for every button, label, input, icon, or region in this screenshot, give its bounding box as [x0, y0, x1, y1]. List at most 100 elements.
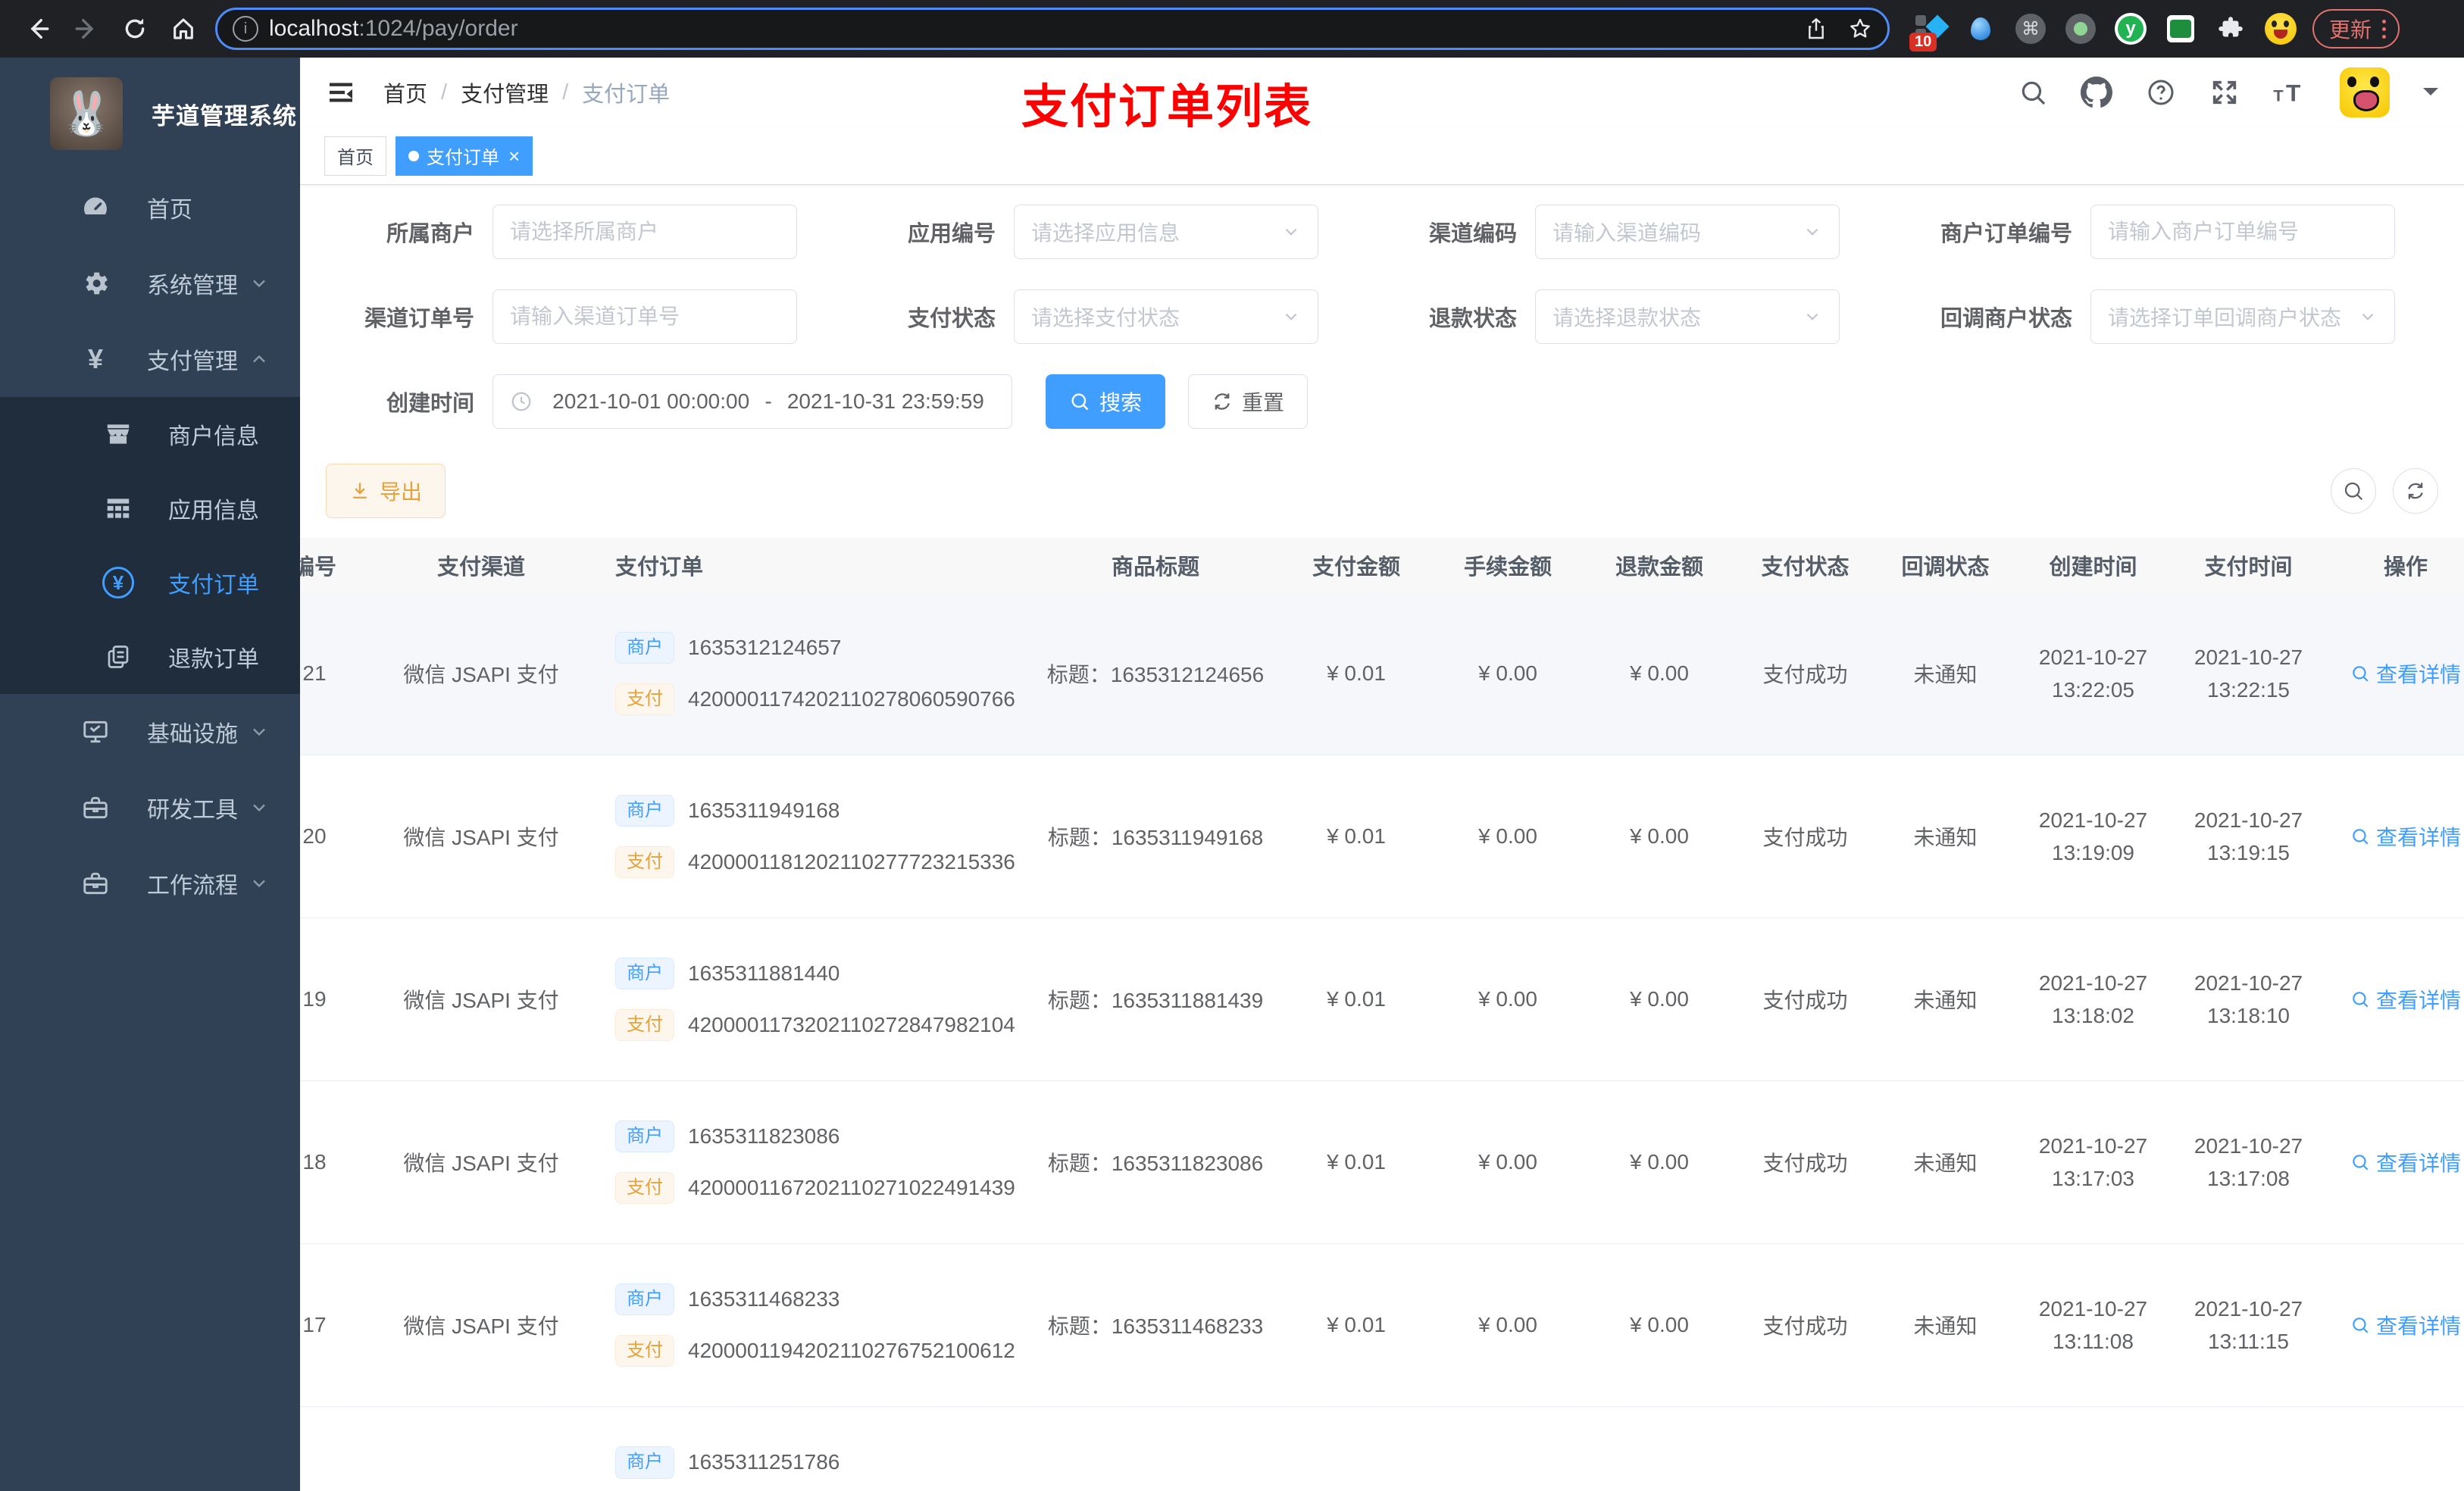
tag-close-icon[interactable]: ×: [508, 146, 520, 166]
pay-amount: ¥ 0.01: [1327, 824, 1386, 848]
export-button[interactable]: 导出: [326, 464, 446, 518]
table-row[interactable]: 19 微信 JSAPI 支付 商户 1635311881440 支付 42000…: [300, 918, 2464, 1081]
browser-forward-button[interactable]: [67, 9, 106, 48]
merchant-tag: 商户: [615, 1446, 674, 1479]
browser-toolbar: i localhost:1024/pay/order 10 ⌘ y 更新: [0, 0, 2464, 58]
help-icon[interactable]: [2146, 77, 2176, 108]
clock-icon: [510, 390, 533, 413]
browser-extensions: 10 ⌘ y: [1909, 12, 2297, 52]
sidebar-item-pay-order[interactable]: ¥ 支付订单: [0, 545, 300, 620]
view-detail-link[interactable]: 查看详情: [2350, 1147, 2461, 1177]
date-range-picker[interactable]: 2021-10-01 00:00:00 - 2021-10-31 23:59:5…: [492, 374, 1012, 429]
sidebar-item-merchant-info[interactable]: 商户信息: [0, 397, 300, 471]
avatar-caret-icon[interactable]: [2423, 88, 2438, 103]
extension-balloon-icon[interactable]: [1964, 12, 1997, 45]
breadcrumb-payment[interactable]: 支付管理: [461, 77, 549, 108]
sidebar-item-system[interactable]: 系统管理: [0, 245, 300, 321]
order-numbers: 商户 1635311823086 支付 42000011672021102710…: [606, 1081, 1030, 1243]
svg-text:T: T: [2286, 80, 2300, 107]
extension-command-icon[interactable]: ⌘: [2014, 12, 2047, 45]
tag-home[interactable]: 首页: [324, 136, 386, 176]
share-icon[interactable]: [1804, 17, 1828, 41]
sidebar-item-refund-order[interactable]: 退款订单: [0, 620, 300, 694]
reset-button[interactable]: 重置: [1188, 374, 1309, 429]
view-detail-link[interactable]: 查看详情: [2350, 821, 2461, 852]
table-row[interactable]: 17 微信 JSAPI 支付 商户 1635311468233 支付 42000…: [300, 1244, 2464, 1407]
pay-time: 2021-10-27 13:11:15: [2194, 1296, 2303, 1353]
merchant-select[interactable]: [492, 205, 797, 259]
github-icon[interactable]: [2081, 77, 2112, 108]
sidebar-item-workflow[interactable]: 工作流程: [0, 846, 300, 921]
table-row[interactable]: 商户 1635311251786 支付: [300, 1407, 2464, 1490]
site-info-icon[interactable]: i: [233, 16, 258, 42]
browser-profile-avatar[interactable]: [2264, 12, 2297, 45]
sidebar-item-devtools[interactable]: 研发工具: [0, 770, 300, 846]
table-row[interactable]: 21 微信 JSAPI 支付 商户 1635312124657 支付 42000…: [300, 592, 2464, 755]
order-numbers: 商户 1635311949168 支付 42000011812021102777…: [606, 755, 1030, 917]
channel-pay-no: 4200001173202110272847982104: [688, 1013, 1015, 1037]
pay-amount: ¥ 0.01: [1327, 987, 1386, 1011]
notify-status-select[interactable]: 请选择订单回调商户状态: [2090, 289, 2395, 344]
extension-framer-icon[interactable]: 10: [1909, 12, 1950, 52]
address-bar[interactable]: i localhost:1024/pay/order: [215, 8, 1890, 50]
active-dot: [408, 150, 419, 161]
create-time: 2021-10-27 13:11:08: [2038, 1296, 2148, 1353]
user-avatar[interactable]: [2340, 67, 2390, 117]
extension-y-icon[interactable]: y: [2114, 12, 2147, 45]
pay-amount: ¥ 0.01: [1327, 1313, 1386, 1336]
breadcrumb-home[interactable]: 首页: [383, 77, 427, 108]
bookmark-star-icon[interactable]: [1848, 17, 1872, 41]
date-end[interactable]: 2021-10-31 23:59:59: [777, 389, 995, 414]
refresh-table-button[interactable]: [2393, 468, 2438, 514]
toggle-search-button[interactable]: [2331, 468, 2376, 514]
merchant-input[interactable]: [510, 220, 780, 244]
pay-status: 支付成功: [1762, 663, 1848, 686]
refund-amount: ¥ 0.00: [1630, 987, 1689, 1011]
order-numbers: 商户 1635311251786 支付: [606, 1407, 1030, 1490]
extensions-puzzle-icon[interactable]: [2214, 12, 2247, 45]
view-detail-link[interactable]: 查看详情: [2350, 984, 2461, 1014]
sidebar-fold-icon[interactable]: [326, 77, 356, 108]
browser-home-button[interactable]: [164, 9, 203, 48]
browser-update-button[interactable]: 更新: [2312, 9, 2400, 48]
tag-pay-order[interactable]: 支付订单 ×: [396, 136, 533, 176]
pay-amount: ¥ 0.01: [1327, 1150, 1386, 1174]
table-row[interactable]: 18 微信 JSAPI 支付 商户 1635311823086 支付 42000…: [300, 1081, 2464, 1244]
orders-table: 编号 支付渠道 支付订单 商品标题 支付金额 手续金额 退款金额 支付状态 回调…: [300, 538, 2464, 1490]
fullscreen-icon[interactable]: [2209, 77, 2240, 108]
channel-code-select[interactable]: 请输入渠道编码: [1535, 205, 1840, 259]
pay-time: 2021-10-27 13:19:15: [2194, 808, 2303, 864]
app-logo: 🐰 芋道管理系统: [0, 58, 300, 170]
browser-menu-icon[interactable]: [2382, 19, 2387, 39]
sidebar-item-infrastructure[interactable]: 基础设施: [0, 694, 300, 770]
pay-amount: ¥ 0.01: [1327, 661, 1386, 685]
table-row[interactable]: 20 微信 JSAPI 支付 商户 1635311949168 支付 42000…: [300, 755, 2464, 918]
sidebar-item-home[interactable]: 首页: [0, 170, 300, 245]
channel-order-no-input[interactable]: [510, 305, 780, 329]
briefcase-icon: [79, 869, 112, 898]
refund-status-select[interactable]: 请选择退款状态: [1535, 289, 1840, 344]
channel-pay-no: 4200001174202110278060590766: [688, 687, 1015, 711]
channel-order-no-field[interactable]: [492, 289, 797, 344]
channel-pay-no: 4200001181202110277723215336: [688, 850, 1015, 874]
notify-status: [1875, 1407, 2015, 1490]
chevron-down-icon: [249, 273, 270, 294]
extension-recorder-icon[interactable]: [2064, 12, 2097, 45]
font-size-icon[interactable]: TT: [2273, 77, 2306, 108]
browser-reload-button[interactable]: [115, 9, 155, 48]
app-select[interactable]: 请选择应用信息: [1014, 205, 1318, 259]
extension-chat-icon[interactable]: [2164, 12, 2197, 45]
search-button[interactable]: 搜索: [1046, 374, 1166, 429]
merchant-order-no-input[interactable]: [2108, 220, 2378, 244]
view-detail-link[interactable]: 查看详情: [2350, 658, 2461, 689]
search-icon[interactable]: [2018, 78, 2047, 107]
date-start[interactable]: 2021-10-01 00:00:00: [542, 389, 760, 414]
sidebar-item-app-info[interactable]: 应用信息: [0, 471, 300, 545]
sidebar-item-payment[interactable]: ¥ 支付管理: [0, 321, 300, 397]
payment-submenu: 商户信息 应用信息 ¥ 支付订单 退款订单: [0, 397, 300, 694]
browser-back-button[interactable]: [18, 9, 58, 48]
view-detail-link[interactable]: 查看详情: [2350, 1310, 2461, 1340]
fee-amount: ¥ 0.00: [1478, 824, 1537, 848]
pay-status-select[interactable]: 请选择支付状态: [1014, 289, 1318, 344]
merchant-order-no-field[interactable]: [2090, 205, 2395, 259]
